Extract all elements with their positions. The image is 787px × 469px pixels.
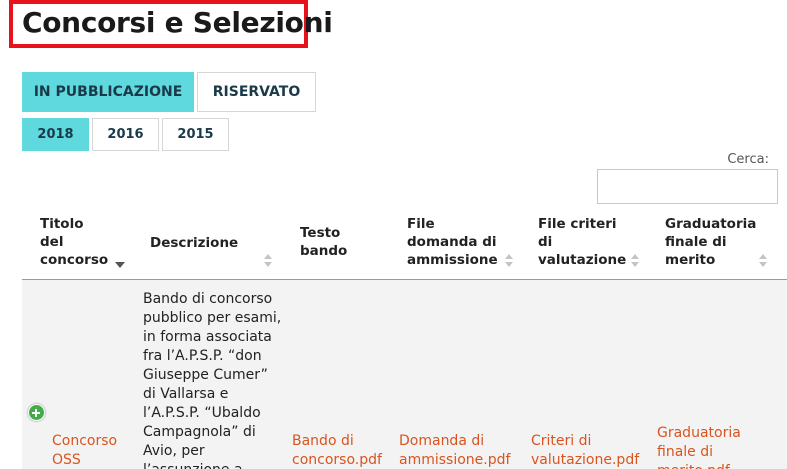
sort-icon[interactable]	[505, 254, 515, 268]
column-header-graduatoria[interactable]: Graduatoria finale di merito	[665, 215, 756, 269]
year-button-2018[interactable]: 2018	[22, 118, 89, 151]
sort-icon[interactable]	[759, 254, 769, 268]
graduatoria-link[interactable]: Graduatoria finale di merito.pdf	[657, 424, 741, 469]
expand-row-icon[interactable]	[28, 404, 45, 421]
sort-desc-icon[interactable]	[115, 262, 125, 268]
column-header-domanda[interactable]: File domanda di ammissione	[407, 215, 498, 269]
tab-riservato[interactable]: RISERVATO	[197, 72, 316, 112]
column-header-testo-bando[interactable]: Testo bando	[300, 224, 347, 260]
search-label: Cerca:	[727, 152, 769, 167]
search-input[interactable]	[597, 169, 778, 204]
domanda-link[interactable]: Domanda di ammissione.pdf	[399, 432, 510, 469]
column-header-criteri[interactable]: File criteri di valutazione	[538, 215, 626, 269]
tab-in-pubblicazione[interactable]: IN PUBBLICAZIONE	[22, 72, 194, 112]
titolo-link[interactable]: Concorso OSS	[52, 432, 117, 469]
column-header-titolo[interactable]: Titolo del concorso	[40, 215, 108, 269]
descrizione-text: Bando di concorso pubblico per esami, in…	[143, 291, 282, 469]
criteri-link[interactable]: Criteri di valutazione.pdf	[531, 432, 639, 469]
page-title: Concorsi e Selezioni	[22, 6, 333, 39]
testo-bando-link[interactable]: Bando di concorso.pdf	[292, 432, 382, 469]
year-button-2016[interactable]: 2016	[92, 118, 159, 151]
year-button-2015[interactable]: 2015	[162, 118, 229, 151]
sort-icon[interactable]	[264, 254, 274, 268]
column-header-descrizione[interactable]: Descrizione	[150, 234, 238, 252]
sort-icon[interactable]	[631, 254, 641, 268]
